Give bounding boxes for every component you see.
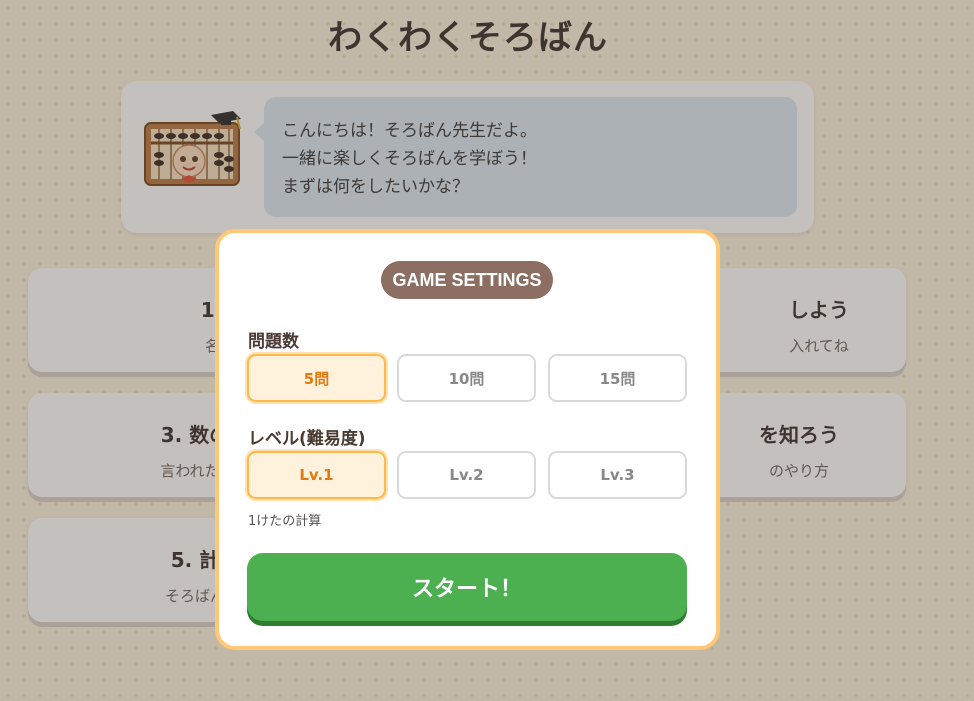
level-description: 1けたの計算: [248, 514, 322, 529]
level-option-2[interactable]: Lv.2: [397, 451, 536, 499]
settings-badge: GAME SETTINGS: [381, 261, 553, 299]
level-label: レベル(難易度): [248, 429, 366, 449]
game-settings-dialog: GAME SETTINGS 問題数 5問 10問 15問 レベル(難易度) Lv…: [215, 229, 720, 650]
level-option-1[interactable]: Lv.1: [247, 451, 386, 499]
start-button[interactable]: スタート！: [247, 553, 687, 621]
count-option-15[interactable]: 15問: [548, 354, 687, 402]
level-option-3[interactable]: Lv.3: [548, 451, 687, 499]
question-count-label: 問題数: [248, 332, 299, 352]
count-option-5[interactable]: 5問: [247, 354, 386, 402]
count-option-10[interactable]: 10問: [397, 354, 536, 402]
